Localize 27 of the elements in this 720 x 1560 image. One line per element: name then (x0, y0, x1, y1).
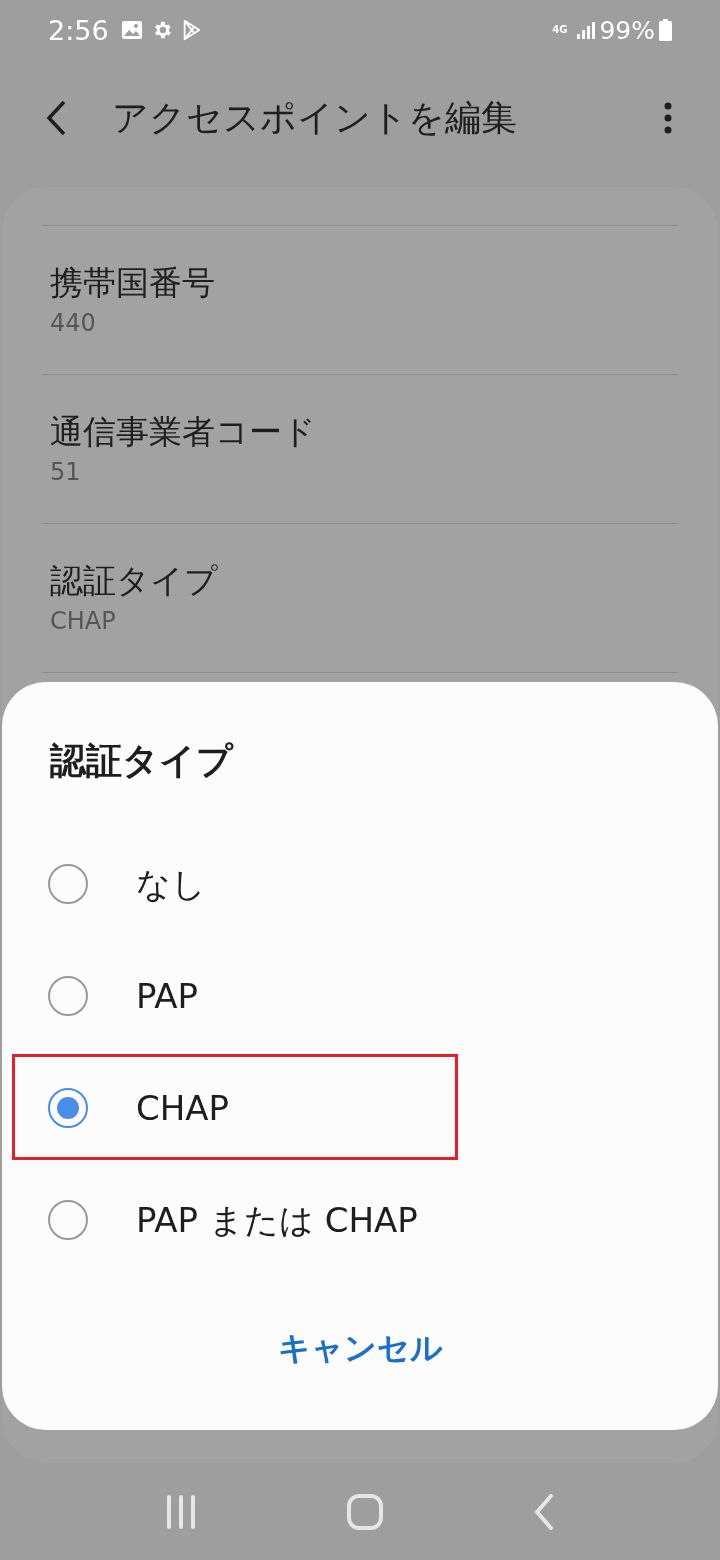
setting-value: 440 (50, 307, 97, 338)
setting-title[interactable]: 通信事業者コード (50, 411, 670, 453)
option-label[interactable]: PAP または CHAP (136, 1194, 418, 1246)
home-icon[interactable] (347, 1494, 383, 1530)
option-label[interactable]: PAP (136, 970, 199, 1022)
page-title: アクセスポイントを編集 (112, 95, 517, 140)
radio-button[interactable] (48, 1088, 88, 1128)
battery-icon (659, 19, 672, 41)
radio-button[interactable] (48, 1200, 88, 1240)
image-icon (120, 20, 143, 40)
radio-button[interactable] (48, 864, 88, 904)
more-options-icon[interactable] (664, 101, 672, 134)
option-label[interactable]: なし (136, 858, 206, 910)
setting-value: 51 (50, 456, 82, 487)
status-time: 2:56 (48, 16, 109, 44)
setting-title[interactable]: 携帯国番号 (50, 262, 670, 304)
back-icon[interactable] (44, 98, 68, 137)
setting-value: CHAP (50, 605, 117, 636)
dialog-title: 認証タイプ (50, 739, 235, 783)
signal-icon (575, 20, 596, 40)
option-label[interactable]: CHAP (136, 1082, 230, 1134)
setting-title[interactable]: 認証タイプ (50, 560, 670, 602)
radio-button[interactable] (48, 976, 88, 1016)
battery-percent: 99% (599, 17, 655, 43)
recent-apps-icon[interactable] (165, 1495, 197, 1529)
network-type: 4G (552, 25, 568, 35)
cancel-button[interactable]: キャンセル (253, 1316, 467, 1380)
